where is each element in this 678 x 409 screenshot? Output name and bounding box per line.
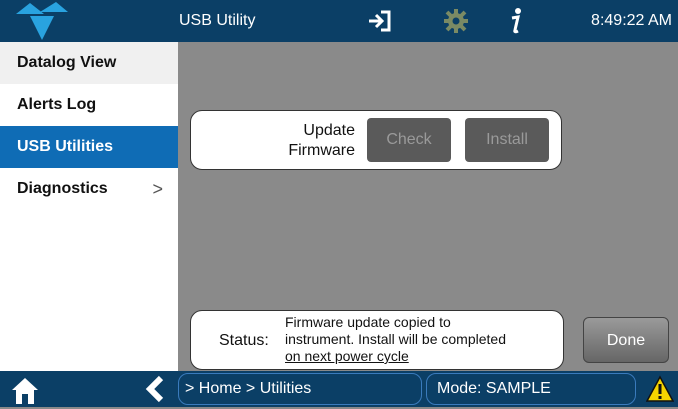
back-icon[interactable]	[144, 375, 166, 408]
status-line: on next power cycle	[285, 348, 409, 364]
update-firmware-label: Update Firmware	[255, 121, 355, 161]
main-panel: Update Firmware Check Install Status: Fi…	[178, 42, 678, 371]
sidebar-item-diagnostics[interactable]: Diagnostics >	[0, 168, 178, 210]
sidebar: Datalog View Alerts Log USB Utilities Di…	[0, 42, 178, 371]
update-firmware-label-line2: Firmware	[288, 142, 355, 159]
status-line: instrument. Install will be completed	[285, 331, 506, 347]
status-panel: Status: Firmware update copied to instru…	[190, 310, 564, 370]
page-title: USB Utility	[179, 12, 256, 29]
sidebar-item-label: Diagnostics	[17, 180, 108, 197]
update-firmware-panel: Update Firmware Check Install	[190, 110, 562, 170]
teledyne-logo-icon	[0, 0, 178, 42]
sidebar-item-label: Alerts Log	[17, 96, 97, 113]
warning-icon[interactable]	[645, 375, 675, 408]
top-bar: USB Utility 8:49:22 AM	[0, 0, 678, 42]
gear-icon[interactable]	[436, 0, 476, 42]
install-button[interactable]: Install	[465, 118, 549, 162]
update-firmware-label-line1: Update	[303, 122, 355, 139]
sidebar-item-usb-utilities[interactable]: USB Utilities	[0, 126, 178, 168]
sidebar-item-label: USB Utilities	[17, 138, 114, 155]
mode-indicator: Mode: SAMPLE	[426, 373, 636, 405]
exit-icon[interactable]	[360, 0, 400, 42]
sidebar-item-datalog-view[interactable]: Datalog View	[0, 42, 178, 84]
status-message: Firmware update copied to instrument. In…	[285, 314, 555, 365]
home-icon[interactable]	[10, 374, 40, 409]
status-label: Status:	[219, 332, 269, 349]
status-line: Firmware update copied to	[285, 314, 451, 330]
info-icon[interactable]	[496, 0, 536, 42]
bottom-bar: > Home > Utilities Mode: SAMPLE	[0, 371, 678, 407]
chevron-right-icon: >	[152, 179, 163, 199]
clock: 8:49:22 AM	[591, 12, 672, 29]
done-button[interactable]: Done	[583, 317, 669, 363]
check-button[interactable]: Check	[367, 118, 451, 162]
sidebar-item-alerts-log[interactable]: Alerts Log	[0, 84, 178, 126]
breadcrumb[interactable]: > Home > Utilities	[178, 373, 422, 405]
sidebar-item-label: Datalog View	[17, 54, 117, 71]
